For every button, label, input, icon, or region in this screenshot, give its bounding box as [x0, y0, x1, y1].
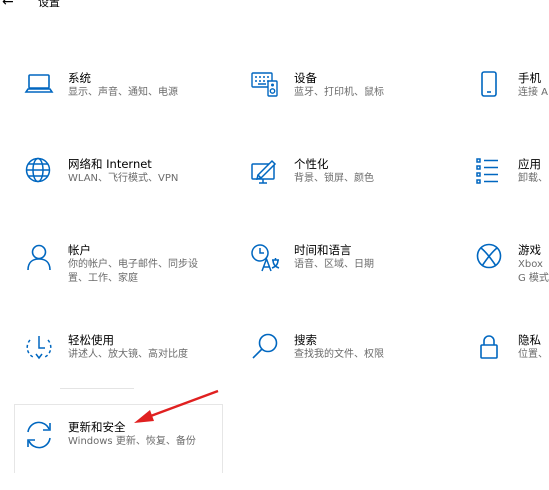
tile-title: 帐户 — [68, 243, 91, 257]
time-language-icon — [250, 243, 280, 273]
search-icon — [250, 333, 280, 363]
personalization-icon — [250, 157, 280, 187]
tile-subtitle: 显示、声音、通知、电源 — [68, 87, 178, 98]
tile-subtitle: 蓝牙、打印机、鼠标 — [294, 87, 384, 98]
tile-title: 手机 — [518, 71, 541, 85]
tile-title: 个性化 — [294, 157, 329, 171]
tile-title: 时间和语言 — [294, 243, 352, 257]
tile-title: 更新和安全 — [68, 420, 126, 434]
tile-subtitle: 你的帐户、电子邮件、同步设置、工作、家庭 — [68, 259, 198, 284]
tile-subtitle: 查找我的文件、权限 — [294, 349, 384, 360]
tile-subtitle: 语音、区域、日期 — [294, 259, 374, 270]
app-title: 设置 — [38, 0, 60, 9]
update-icon — [24, 420, 54, 450]
lock-icon — [474, 333, 504, 363]
ease-of-access-icon — [24, 333, 54, 363]
tile-privacy[interactable]: 隐私 位置、 — [474, 333, 549, 403]
back-arrow-icon[interactable]: ← — [2, 0, 14, 10]
globe-icon — [24, 157, 54, 187]
tile-update-security[interactable]: 更新和安全 Windows 更新、恢复、备份 — [24, 420, 224, 490]
tile-personalization[interactable]: 个性化 背景、锁屏、颜色 — [250, 157, 450, 227]
tile-subtitle: Xbox G 模式 — [518, 259, 549, 284]
tile-apps[interactable]: 应用 卸载、 — [474, 157, 549, 227]
tile-search[interactable]: 搜索 查找我的文件、权限 — [250, 333, 450, 403]
tile-subtitle: 背景、锁屏、颜色 — [294, 173, 374, 184]
annotation-arrow — [134, 389, 219, 423]
tile-title: 系统 — [68, 71, 91, 85]
tile-subtitle: WLAN、飞行模式、VPN — [68, 173, 179, 184]
xbox-icon — [474, 243, 504, 273]
devices-icon — [250, 71, 280, 101]
tile-phone[interactable]: 手机 连接 A — [474, 71, 549, 141]
title-bar: ← 设置 — [0, 0, 549, 14]
tile-devices[interactable]: 设备 蓝牙、打印机、鼠标 — [250, 71, 450, 141]
tile-title: 网络和 Internet — [68, 157, 152, 171]
tile-title: 设备 — [294, 71, 317, 85]
tile-title: 轻松使用 — [68, 333, 114, 347]
tile-subtitle: 讲述人、放大镜、高对比度 — [68, 349, 188, 360]
phone-icon — [474, 71, 504, 101]
tile-time-language[interactable]: 时间和语言 语音、区域、日期 — [250, 243, 450, 313]
tile-system[interactable]: 系统 显示、声音、通知、电源 — [24, 71, 224, 141]
tile-subtitle: Windows 更新、恢复、备份 — [68, 436, 196, 447]
tile-subtitle: 位置、 — [518, 349, 548, 360]
apps-icon — [474, 157, 504, 187]
laptop-icon — [24, 71, 54, 101]
tile-gaming[interactable]: 游戏 Xbox G 模式 — [474, 243, 549, 313]
tile-subtitle: 卸载、 — [518, 173, 548, 184]
tile-subtitle: 连接 A — [518, 87, 549, 98]
tile-network[interactable]: 网络和 Internet WLAN、飞行模式、VPN — [24, 157, 224, 227]
tile-accounts[interactable]: 帐户 你的帐户、电子邮件、同步设置、工作、家庭 — [24, 243, 224, 313]
tile-title: 游戏 — [518, 243, 541, 257]
person-icon — [24, 243, 54, 273]
tile-title: 应用 — [518, 157, 541, 171]
tile-title: 搜索 — [294, 333, 317, 347]
tile-title: 隐私 — [518, 333, 541, 347]
